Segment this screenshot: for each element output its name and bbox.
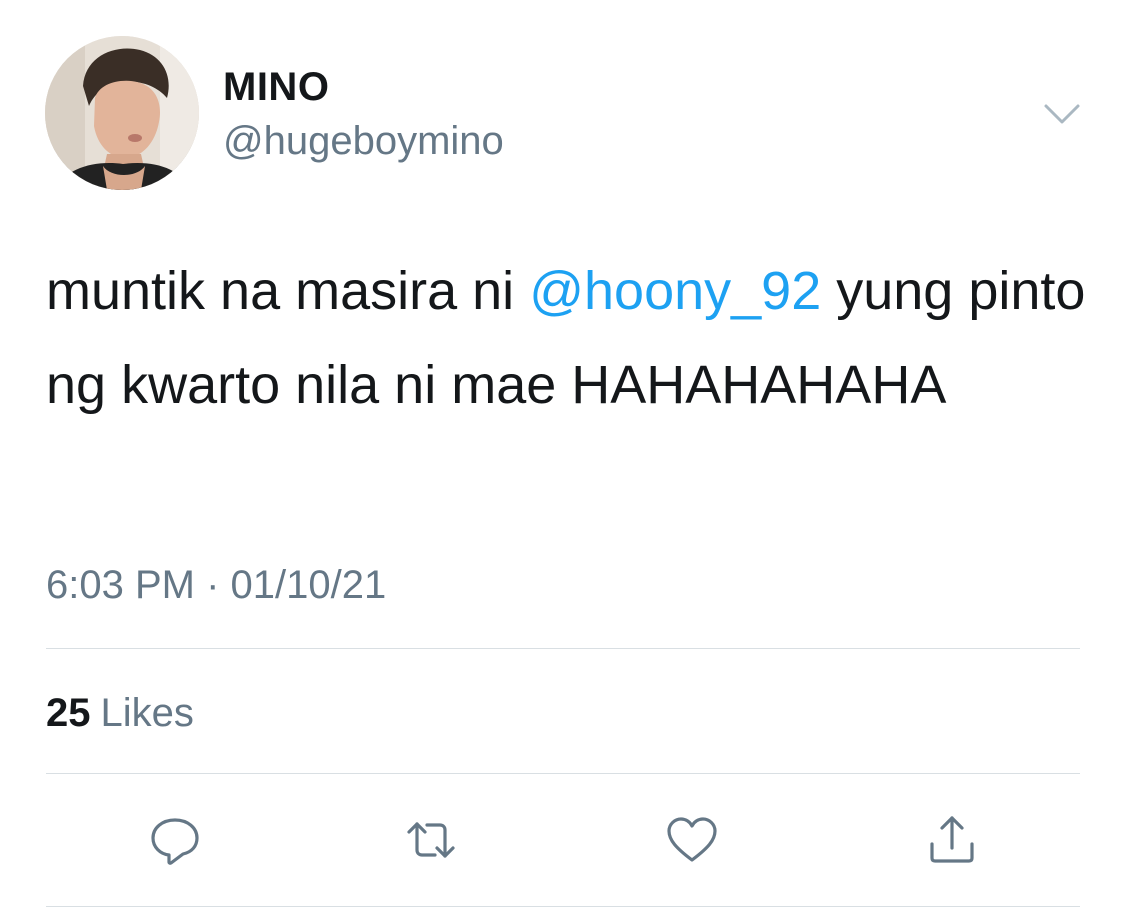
likes-summary[interactable]: 25 Likes xyxy=(46,688,194,738)
likes-count: 25 xyxy=(46,691,91,735)
tweet-time: 6:03 PM xyxy=(46,563,195,607)
reply-icon xyxy=(151,818,199,865)
chevron-down-icon[interactable] xyxy=(1040,94,1084,134)
reply-button[interactable] xyxy=(145,810,205,870)
action-bar xyxy=(0,810,1125,870)
avatar-image xyxy=(45,36,199,190)
avatar[interactable] xyxy=(45,36,199,190)
likes-label: Likes xyxy=(100,691,194,735)
retweet-button[interactable] xyxy=(401,810,461,870)
like-button[interactable] xyxy=(662,810,722,870)
divider xyxy=(46,648,1080,649)
share-button[interactable] xyxy=(922,810,982,870)
timestamp-separator: · xyxy=(194,563,231,607)
mention-link[interactable]: @hoony_92 xyxy=(529,261,821,321)
share-icon xyxy=(930,816,974,863)
tweet-date: 01/10/21 xyxy=(230,563,387,607)
username[interactable]: @hugeboymino xyxy=(223,116,504,166)
tweet-text-part: muntik na masira ni xyxy=(46,261,530,321)
heart-icon xyxy=(667,817,717,862)
retweet-icon xyxy=(407,822,455,858)
tweet-text: muntik na masira ni @hoony_92 yung pinto… xyxy=(46,244,1086,432)
divider xyxy=(46,773,1080,774)
display-name[interactable]: MINO xyxy=(223,62,329,112)
timestamp[interactable]: 6:03 PM · 01/10/21 xyxy=(46,560,386,610)
tweet-card: MINO @hugeboymino muntik na masira ni @h… xyxy=(0,0,1125,907)
